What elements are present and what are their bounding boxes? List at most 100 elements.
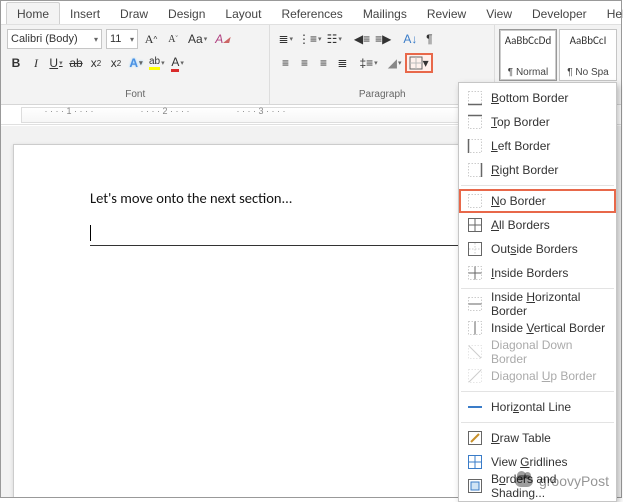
border-menu-ih[interactable]: Inside Horizontal Border xyxy=(459,292,616,316)
tab-view[interactable]: View xyxy=(476,3,522,24)
menu-item-label: Inside Borders xyxy=(491,266,568,280)
group-font: Calibri (Body) ▾ 11 ▾ A^ Aˇ Aa▾ A◢ B I U… xyxy=(1,25,270,104)
strikethrough-button[interactable]: ab xyxy=(67,53,85,73)
clear-formatting-button[interactable]: A◢ xyxy=(213,29,231,49)
border-menu-dd: Diagonal Down Border xyxy=(459,340,616,364)
draw-border-icon xyxy=(467,430,483,446)
numbering-button[interactable]: ⋮≡▾ xyxy=(296,29,324,49)
menu-item-label: Bottom Border xyxy=(491,91,568,105)
menu-item-label: Horizontal Line xyxy=(491,400,571,414)
border-menu-none[interactable]: No Border xyxy=(459,189,616,213)
top-border-icon xyxy=(467,114,483,130)
border-menu-iv[interactable]: Inside Vertical Border xyxy=(459,316,616,340)
ribbon-tabs: HomeInsertDrawDesignLayoutReferencesMail… xyxy=(1,1,621,25)
right-border-icon xyxy=(467,162,483,178)
underline-button[interactable]: U▾ xyxy=(47,53,65,73)
tab-developer[interactable]: Developer xyxy=(522,3,597,24)
sort-button[interactable]: A↓ xyxy=(401,29,419,49)
grow-font-button[interactable]: A^ xyxy=(142,29,160,49)
font-color-icon: A xyxy=(171,55,179,72)
align-center-button[interactable]: ≡ xyxy=(295,53,313,73)
shrink-font-button[interactable]: Aˇ xyxy=(164,29,182,49)
tab-home[interactable]: Home xyxy=(6,2,60,24)
dd-border-icon xyxy=(467,344,483,360)
menu-item-label: Inside Vertical Border xyxy=(491,321,605,335)
border-menu-top[interactable]: Top Border xyxy=(459,110,616,134)
change-case-button[interactable]: Aa▾ xyxy=(186,29,209,49)
tab-review[interactable]: Review xyxy=(417,3,476,24)
menu-item-label: Top Border xyxy=(491,115,550,129)
decrease-indent-button[interactable]: ◀≡ xyxy=(352,29,372,49)
menu-separator xyxy=(461,288,614,289)
shading-icon: ◢ xyxy=(388,56,397,70)
indent-icon: ≡▶ xyxy=(375,32,391,46)
justify-button[interactable]: ≣ xyxy=(333,53,351,73)
font-name-select[interactable]: Calibri (Body) ▾ xyxy=(7,29,102,49)
style-card[interactable]: AaBbCcDd¶ Normal xyxy=(499,29,557,81)
none-border-icon xyxy=(467,193,483,209)
group-label-font: Font xyxy=(7,89,263,102)
hline-border-icon xyxy=(467,399,483,415)
menu-item-label: View Gridlines xyxy=(491,455,568,469)
menu-item-label: Diagonal Down Border xyxy=(491,338,608,366)
borders-dropdown-menu: Bottom Border Top Border Left Border Right … xyxy=(458,82,617,502)
multilevel-icon: ☷ xyxy=(327,32,338,46)
left-border-icon xyxy=(467,138,483,154)
font-color-button[interactable]: A▾ xyxy=(169,53,187,73)
border-menu-outside[interactable]: Outside Borders xyxy=(459,237,616,261)
font-name-value: Calibri (Body) xyxy=(11,33,78,45)
chevron-down-icon: ▾ xyxy=(423,56,429,70)
border-menu-inside[interactable]: Inside Borders xyxy=(459,261,616,285)
text-effects-button[interactable]: A▾ xyxy=(127,53,145,73)
menu-separator xyxy=(461,391,614,392)
tab-mailings[interactable]: Mailings xyxy=(353,3,417,24)
group-label-paragraph: Paragraph xyxy=(276,89,488,102)
menu-item-label: Outside Borders xyxy=(491,242,578,256)
subscript-button[interactable]: x2 xyxy=(87,53,105,73)
tab-references[interactable]: References xyxy=(271,3,352,24)
sort-icon: A↓ xyxy=(403,32,417,46)
menu-item-label: No Border xyxy=(491,194,546,208)
document-text[interactable]: Let's move onto the next section... xyxy=(90,189,516,207)
italic-button[interactable]: I xyxy=(27,53,45,73)
border-menu-hline[interactable]: Horizontal Line xyxy=(459,395,616,419)
superscript-button[interactable]: x2 xyxy=(107,53,125,73)
numbering-icon: ⋮≡ xyxy=(298,32,317,46)
watermark: groovyPost xyxy=(515,473,609,489)
tab-insert[interactable]: Insert xyxy=(60,3,110,24)
font-size-select[interactable]: 11 ▾ xyxy=(106,29,138,49)
align-left-button[interactable]: ≡ xyxy=(276,53,294,73)
border-menu-grid[interactable]: View Gridlines xyxy=(459,450,616,474)
border-menu-left[interactable]: Left Border xyxy=(459,134,616,158)
border-menu-all[interactable]: All Borders xyxy=(459,213,616,237)
style-preview: AaBbCcI xyxy=(570,34,607,47)
bold-button[interactable]: B xyxy=(7,53,25,73)
bullets-button[interactable]: ≣▾ xyxy=(276,29,295,49)
style-card[interactable]: AaBbCcI ¶ No Spa xyxy=(559,29,617,81)
align-center-icon: ≡ xyxy=(301,56,308,70)
border-menu-bottom[interactable]: Bottom Border xyxy=(459,86,616,110)
highlight-color-button[interactable]: ab▾ xyxy=(147,53,167,73)
shading-button[interactable]: ◢▾ xyxy=(386,53,404,73)
borders-button[interactable]: ▾ xyxy=(405,53,433,73)
align-right-icon: ≡ xyxy=(320,56,327,70)
tab-draw[interactable]: Draw xyxy=(110,3,158,24)
border-menu-draw[interactable]: Draw Table xyxy=(459,426,616,450)
multilevel-list-button[interactable]: ☷▾ xyxy=(325,29,344,49)
tab-design[interactable]: Design xyxy=(158,3,215,24)
menu-item-label: Left Border xyxy=(491,139,550,153)
menu-separator xyxy=(461,422,614,423)
style-name: ¶ No Spa xyxy=(567,67,609,78)
border-menu-right[interactable]: Right Border xyxy=(459,158,616,182)
tab-layout[interactable]: Layout xyxy=(215,3,271,24)
show-marks-button[interactable]: ¶ xyxy=(420,29,438,49)
line-spacing-button[interactable]: ‡≡▾ xyxy=(357,53,379,73)
outside-border-icon xyxy=(467,241,483,257)
increase-indent-button[interactable]: ≡▶ xyxy=(373,29,393,49)
menu-item-label: All Borders xyxy=(491,218,550,232)
tab-help[interactable]: Help xyxy=(597,3,623,24)
font-size-value: 11 xyxy=(110,33,121,45)
grid-border-icon xyxy=(467,454,483,470)
align-right-button[interactable]: ≡ xyxy=(314,53,332,73)
menu-item-label: Diagonal Up Border xyxy=(491,369,596,383)
